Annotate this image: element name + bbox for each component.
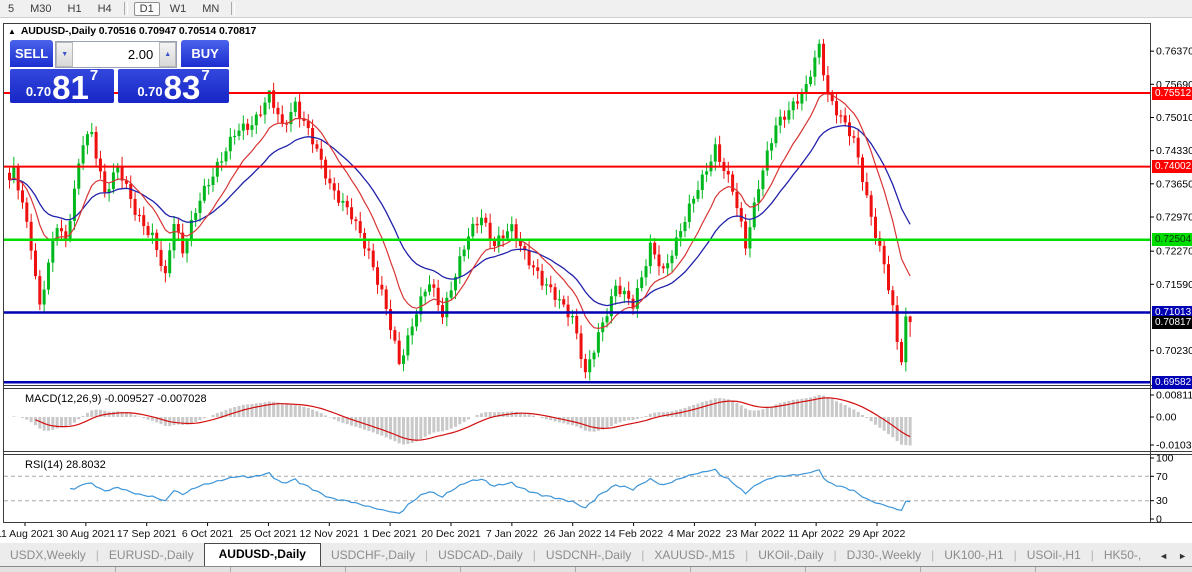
buy-price-display[interactable]: 0.70 83 7 <box>118 67 229 106</box>
timeframe-d1[interactable]: D1 <box>133 1 160 16</box>
date-axis-label: 23 Mar 2022 <box>725 528 785 540</box>
timeframe-h1[interactable]: H1 <box>62 2 88 16</box>
buy-price-pip: 7 <box>201 67 210 84</box>
tab-usdcnh-daily[interactable]: USDCNH-,Daily <box>536 544 641 566</box>
macd-axis-labels: 0.008113 0.00 -0.010363 <box>1150 390 1192 452</box>
date-axis-label: 11 Apr 2022 <box>788 528 845 540</box>
chart-title-text: AUDUSD-,Daily 0.70516 0.70947 0.70514 0.… <box>20 25 257 37</box>
svg-text:0.71590: 0.71590 <box>1156 279 1192 291</box>
rsi-levels <box>4 475 1150 502</box>
current-price-label: 0.70817 <box>1152 315 1192 329</box>
window-grip-tick <box>920 567 921 572</box>
date-axis-label: 4 Mar 2022 <box>667 528 721 540</box>
collapse-triangle-icon[interactable]: ▲ <box>8 27 16 36</box>
svg-text:0.74330: 0.74330 <box>1156 145 1192 157</box>
date-axis-label: 30 Aug 2021 <box>56 528 116 540</box>
date-axis-label: 20 Dec 2021 <box>421 528 481 540</box>
date-axis-label: 1 Dec 2021 <box>363 528 417 540</box>
timeframe-toolbar: 5 M30 H1 H4 D1 W1 MN <box>0 0 1192 18</box>
window-grip-tick <box>345 567 346 572</box>
tab-usdx-weekly[interactable]: USDX,Weekly <box>0 544 96 566</box>
toolbar-separator <box>123 2 128 15</box>
date-axis-label: 7 Jan 2022 <box>485 528 538 540</box>
svg-text:100: 100 <box>1156 453 1174 465</box>
timeframe-m30[interactable]: M30 <box>24 2 57 16</box>
date-axis-label: 29 Apr 2022 <box>848 528 906 540</box>
window-grip-tick <box>805 567 806 572</box>
timeframe-w1[interactable]: W1 <box>164 2 193 16</box>
price-level-label: 0.69582 <box>1152 375 1192 389</box>
volume-spinner: ▼ ▲ <box>55 41 178 68</box>
buy-price-prefix: 0.70 <box>137 84 163 99</box>
date-axis-label: 14 Feb 2022 <box>604 528 664 540</box>
date-axis-label: 25 Oct 2021 <box>239 528 298 540</box>
date-axis-label: 17 Sep 2021 <box>116 528 177 540</box>
bottom-strip <box>0 567 1192 572</box>
date-axis-label: 11 Aug 2021 <box>0 528 55 540</box>
svg-text:0.73650: 0.73650 <box>1156 178 1192 190</box>
tab-dj30-weekly[interactable]: DJ30-,Weekly <box>837 544 931 566</box>
window-grip-tick <box>460 567 461 572</box>
macd-label: MACD(12,26,9) -0.009527 -0.007028 <box>25 393 207 405</box>
price-level-label: 0.75512 <box>1152 86 1192 100</box>
date-axis-label: 12 Nov 2021 <box>299 528 360 540</box>
window-grip-tick <box>1035 567 1036 572</box>
tab-uk100-h1[interactable]: UK100-,H1 <box>934 544 1013 566</box>
timeframe-h4[interactable]: H4 <box>92 2 118 16</box>
tab-xauusd-m15[interactable]: XAUUSD-,M15 <box>644 544 745 566</box>
svg-text:0.75010: 0.75010 <box>1156 112 1192 124</box>
svg-text:30: 30 <box>1156 495 1168 507</box>
timeframe-5[interactable]: 5 <box>2 2 20 16</box>
tab-scroll-left-button[interactable]: ◄ <box>1154 546 1173 566</box>
tab-usoil-h1[interactable]: USOil-,H1 <box>1017 544 1091 566</box>
date-axis-label: 6 Oct 2021 <box>181 528 234 540</box>
tab-scroll-right-button[interactable]: ► <box>1173 546 1192 566</box>
svg-text:0.76370: 0.76370 <box>1156 46 1192 58</box>
svg-text:0.72270: 0.72270 <box>1156 246 1192 258</box>
sell-button[interactable]: SELL <box>10 40 54 67</box>
volume-decrease-button[interactable]: ▼ <box>56 42 74 67</box>
sell-price-big: 81 <box>52 68 89 106</box>
price-level-label: 0.74002 <box>1152 160 1192 174</box>
window-grip-tick <box>230 567 231 572</box>
tab-ukoil-daily[interactable]: UKOil-,Daily <box>748 544 833 566</box>
toolbar-separator <box>231 2 236 15</box>
chart-title: ▲ AUDUSD-,Daily 0.70516 0.70947 0.70514 … <box>8 25 256 37</box>
tab-usdchf-daily[interactable]: USDCHF-,Daily <box>321 544 425 566</box>
svg-text:-0.010363: -0.010363 <box>1156 440 1192 452</box>
window-grip-tick <box>690 567 691 572</box>
chart-tab-bar: USDX,Weekly | EURUSD-,Daily AUDUSD-,Daily US… <box>0 543 1192 567</box>
tab-hk50[interactable]: HK50-, <box>1094 544 1151 566</box>
sell-price-prefix: 0.70 <box>25 84 52 99</box>
date-axis-label: 26 Jan 2022 <box>543 528 602 540</box>
timeframe-mn[interactable]: MN <box>196 2 225 16</box>
date-axis: 11 Aug 2021 30 Aug 2021 17 Sep 2021 6 Oct 2… <box>0 523 1192 543</box>
sell-price-pip: 7 <box>89 67 99 84</box>
svg-text:0.00: 0.00 <box>1156 412 1177 424</box>
tab-usdcad-daily[interactable]: USDCAD-,Daily <box>428 544 533 566</box>
svg-text:0.72970: 0.72970 <box>1156 212 1192 224</box>
buy-button[interactable]: BUY <box>181 40 229 67</box>
svg-text:0.008113: 0.008113 <box>1156 390 1192 402</box>
tab-eurusd-daily[interactable]: EURUSD-,Daily <box>99 544 204 566</box>
tab-audusd-daily[interactable]: AUDUSD-,Daily <box>203 543 321 566</box>
svg-text:0.70230: 0.70230 <box>1156 345 1192 357</box>
volume-increase-button[interactable]: ▲ <box>159 42 177 67</box>
buy-price-big: 83 <box>163 68 201 106</box>
sell-price-display[interactable]: 0.70 81 7 <box>10 67 114 106</box>
trade-panel: SELL ▼ ▲ BUY 0.70 81 7 0.70 83 7 <box>10 40 229 106</box>
price-level-label: 0.72504 <box>1152 233 1192 247</box>
window-grip-tick <box>115 567 116 572</box>
volume-input[interactable] <box>73 44 160 65</box>
svg-text:70: 70 <box>1156 471 1168 483</box>
window-grip-tick <box>575 567 576 572</box>
rsi-axis-labels: 10070300 <box>1150 453 1174 526</box>
rsi-label: RSI(14) 28.8032 <box>25 459 106 471</box>
